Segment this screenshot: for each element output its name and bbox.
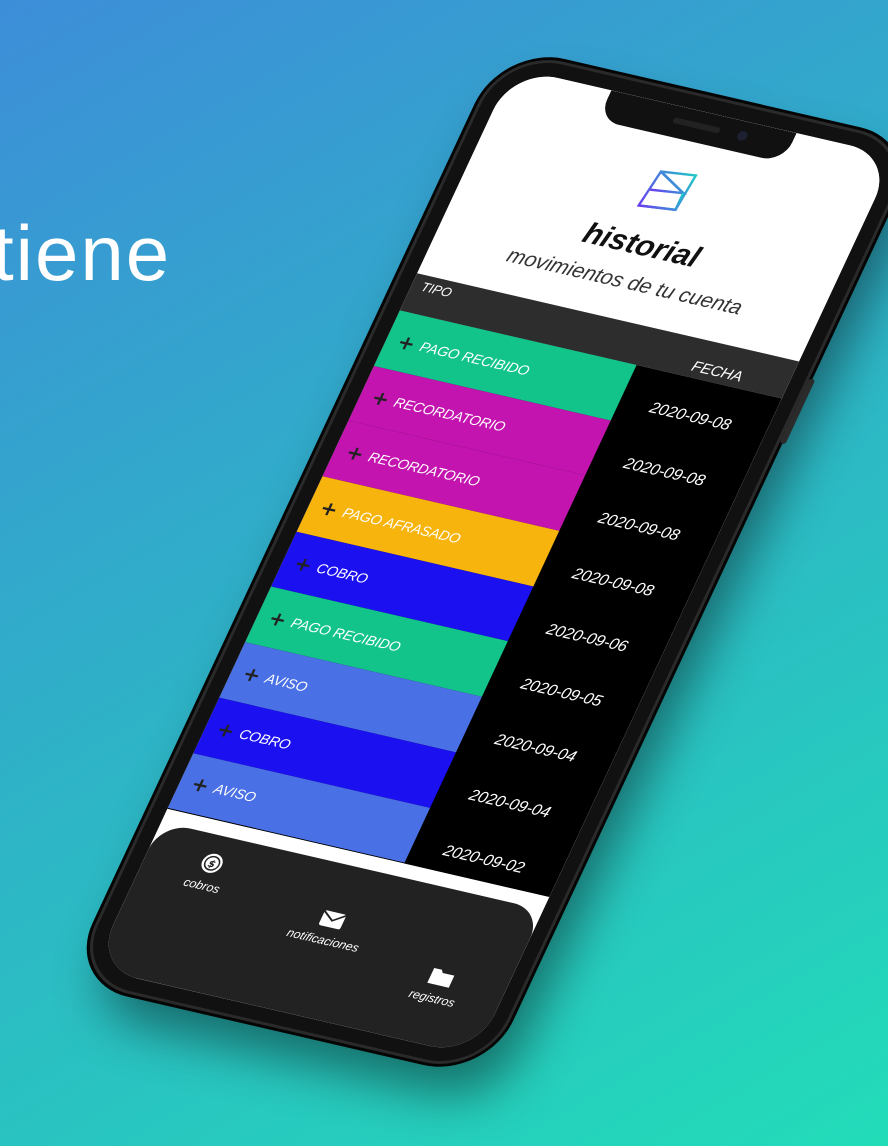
plus-icon: + [238, 661, 266, 688]
row-date: 2020-09-05 [517, 676, 605, 711]
row-type-label: PAGO AFRASADO [339, 504, 464, 547]
phone-mockup: historial movimientos de tu cuenta TIPO … [73, 51, 888, 1073]
tab-label: registros [406, 986, 458, 1010]
row-date: 2020-09-08 [646, 399, 734, 434]
plus-icon: + [393, 329, 421, 356]
row-type-label: COBRO [314, 559, 372, 587]
row-type-label: PAGO RECIBIDO [288, 614, 404, 655]
row-date: 2020-09-08 [569, 565, 657, 600]
phone-screen: historial movimientos de tu cuenta TIPO … [93, 67, 888, 1057]
row-type-label: AVISO [211, 780, 259, 806]
row-date: 2020-09-08 [620, 455, 708, 490]
row-date: 2020-09-04 [466, 786, 554, 822]
row-date: 2020-09-08 [595, 510, 683, 545]
plus-icon: + [187, 772, 214, 799]
plus-icon: + [264, 606, 292, 633]
headline-text: tiene [0, 209, 172, 297]
stacked-frames-logo-icon [636, 170, 698, 212]
row-type-label: COBRO [236, 725, 294, 752]
row-type-label: PAGO RECIBIDO [417, 338, 533, 379]
column-header-tipo: TIPO [418, 279, 455, 300]
plus-icon: + [341, 440, 369, 467]
front-camera [735, 130, 750, 142]
tab-notificaciones[interactable]: notificaciones [266, 899, 390, 959]
dollar-coin-icon: $ [201, 853, 223, 873]
tab-registros[interactable]: registros [375, 955, 499, 1017]
row-type-label: RECORDATORIO [391, 393, 509, 434]
tab-cobros[interactable]: $ cobros [145, 841, 270, 905]
row-date: 2020-09-04 [491, 731, 579, 766]
row-date: 2020-09-02 [440, 842, 528, 877]
speaker-grille [671, 117, 722, 134]
plus-icon: + [316, 495, 343, 522]
row-type-label: RECORDATORIO [365, 449, 483, 490]
plus-icon: + [290, 550, 317, 577]
row-type-label: AVISO [262, 670, 311, 695]
tab-label: notificaciones [284, 925, 362, 955]
envelope-icon [319, 910, 347, 930]
plus-icon: + [212, 716, 240, 743]
plus-icon: + [367, 384, 395, 411]
row-date: 2020-09-06 [543, 621, 631, 656]
tab-label: cobros [181, 875, 223, 897]
folder-icon [427, 967, 455, 988]
